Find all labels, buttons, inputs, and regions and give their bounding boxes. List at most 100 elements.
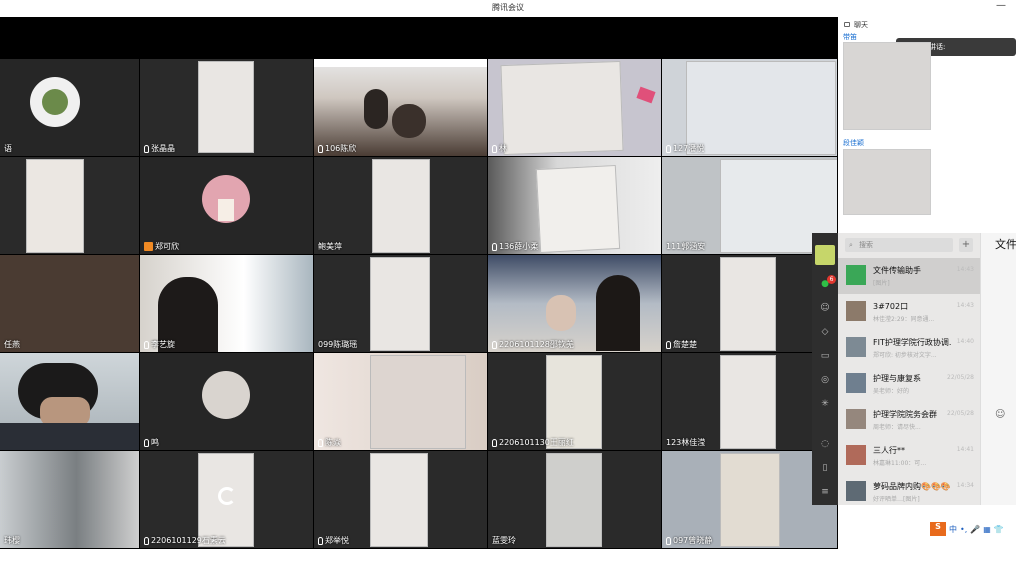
chat-list-item[interactable]: 护理学院院务会群 周老师：请尽快... 22/05/28 bbox=[838, 402, 980, 438]
chat-icon bbox=[844, 22, 850, 27]
ime-lang[interactable]: 中 bbox=[949, 524, 957, 535]
participant-name: 张晶晶 bbox=[144, 143, 175, 154]
participant-name: 136薛小柔 bbox=[492, 241, 538, 252]
video-tile[interactable]: 2206101128邵钦羌 bbox=[488, 255, 662, 353]
folder-icon bbox=[846, 265, 866, 285]
user-avatar[interactable] bbox=[815, 245, 835, 265]
participant-name: 鸣 bbox=[144, 437, 159, 448]
video-tile[interactable]: 任燕 bbox=[0, 255, 140, 353]
drawing-paper bbox=[500, 60, 624, 156]
video-tile[interactable] bbox=[0, 353, 140, 451]
mini-program-icon[interactable]: ✳ bbox=[820, 399, 830, 409]
drawing-paper bbox=[370, 453, 428, 547]
participant-name: 127潘悦 bbox=[666, 143, 704, 154]
skin-icon[interactable]: 👕 bbox=[994, 525, 1004, 534]
chat-list-item[interactable]: 护理与康复系 吴老师：好的 22/05/28 bbox=[838, 366, 980, 402]
mic-icon bbox=[666, 536, 671, 545]
video-tile[interactable]: 099陈璐瑶 bbox=[314, 255, 488, 353]
video-tile[interactable]: 2206101130王丽红 bbox=[488, 353, 662, 451]
mic-icon bbox=[144, 536, 149, 545]
punctuation-icon[interactable]: •, bbox=[960, 525, 967, 534]
emoji-icon[interactable]: ☺ bbox=[995, 409, 1005, 420]
mic-icon bbox=[666, 340, 671, 349]
video-tile[interactable] bbox=[0, 157, 140, 255]
camera-feed bbox=[0, 451, 139, 548]
channels-icon[interactable]: ◌ bbox=[820, 439, 830, 449]
mic-icon bbox=[666, 144, 671, 153]
keyboard-icon[interactable]: ▦ bbox=[983, 525, 991, 534]
drawing-paper bbox=[546, 355, 602, 449]
video-tile[interactable]: 语 bbox=[0, 59, 140, 157]
chat-header[interactable]: 聊天 bbox=[838, 17, 936, 32]
video-tile[interactable]: 张晶晶 bbox=[140, 59, 314, 157]
loading-spinner-icon bbox=[218, 487, 236, 505]
wechat-chat-window: 文件传 ☺ bbox=[980, 233, 1016, 505]
mic-icon bbox=[318, 438, 323, 447]
video-tile[interactable]: 陈焱 bbox=[314, 353, 488, 451]
drawing-paper bbox=[198, 61, 254, 153]
drawing-paper bbox=[720, 355, 776, 449]
participant-name: 语 bbox=[4, 144, 12, 153]
thumb-name: 段佳颖 bbox=[843, 139, 864, 147]
chat-list-item[interactable]: 三人行** 林嘉琳11:00：可… 14:41 bbox=[838, 438, 980, 474]
video-tile[interactable]: 李艺旋 bbox=[140, 255, 314, 353]
mic-icon bbox=[492, 438, 497, 447]
video-thumbnail[interactable] bbox=[843, 149, 931, 215]
mic-icon bbox=[144, 144, 149, 153]
moments-icon[interactable]: ◎ bbox=[820, 375, 830, 385]
thumb-name: 带笛 bbox=[843, 33, 857, 41]
camera-feed bbox=[0, 255, 139, 352]
group-avatar bbox=[846, 337, 866, 357]
participant-name: 鲍美萍 bbox=[318, 242, 342, 251]
video-tile[interactable]: 136薛小柔 bbox=[488, 157, 662, 255]
menu-icon[interactable]: ≡ bbox=[820, 487, 830, 497]
video-thumbnail[interactable] bbox=[843, 42, 931, 130]
group-avatar bbox=[846, 445, 866, 465]
video-tile[interactable]: 郑可欣 bbox=[140, 157, 314, 255]
mic-icon bbox=[318, 144, 323, 153]
sogou-logo-icon[interactable]: S bbox=[930, 522, 946, 536]
drawing-paper bbox=[720, 453, 780, 547]
mic-icon bbox=[492, 144, 497, 153]
minimize-button[interactable]: — bbox=[996, 0, 1006, 11]
search-input[interactable]: 搜索 bbox=[845, 238, 953, 252]
video-tile[interactable]: 127潘悦 bbox=[662, 59, 838, 157]
favorites-icon[interactable]: ◇ bbox=[820, 327, 830, 337]
drawing-paper bbox=[546, 453, 602, 547]
drawing-paper bbox=[686, 61, 836, 155]
add-chat-button[interactable]: + bbox=[959, 238, 973, 252]
participant-name: 111郭涵安 bbox=[666, 242, 706, 251]
phone-icon[interactable]: ▯ bbox=[820, 463, 830, 473]
video-tile[interactable]: 鸣 bbox=[140, 353, 314, 451]
video-tile[interactable]: 玮樱 bbox=[0, 451, 140, 549]
chat-list-item[interactable]: 3#702口 林佳滢2:29：同意通... 14:43 bbox=[838, 294, 980, 330]
participant-name: 2206101130王丽红 bbox=[492, 437, 574, 448]
video-tile[interactable]: 蓝雯玲 bbox=[488, 451, 662, 549]
chat-list-item[interactable]: 萝码品牌内购🎨🎨🎨 好评晒单…[图片] 14:34 bbox=[838, 474, 980, 505]
chat-list-item[interactable]: FIT护理学院行政协调... 郑可欣: 初步核对文字... 14:40 bbox=[838, 330, 980, 366]
participant-name: 林 bbox=[492, 143, 507, 154]
participant-avatar bbox=[30, 77, 80, 127]
participant-avatar bbox=[202, 371, 250, 419]
participant-name: 2206101129石素云 bbox=[144, 535, 226, 546]
participant-name: 蓝雯玲 bbox=[492, 536, 516, 545]
video-tile[interactable]: 鲍美萍 bbox=[314, 157, 488, 255]
participant-name: 106陈欣 bbox=[318, 143, 356, 154]
folder-icon[interactable]: ▭ bbox=[820, 351, 830, 361]
drawing-paper bbox=[372, 159, 430, 253]
video-tile[interactable]: 2206101129石素云 bbox=[140, 451, 314, 549]
video-tile[interactable]: 郑举悦 bbox=[314, 451, 488, 549]
meeting-bottombar bbox=[0, 549, 838, 572]
chat-list-item[interactable]: 文件传输助手 [图片] 14:43 bbox=[838, 258, 980, 294]
video-tile[interactable]: 林 bbox=[488, 59, 662, 157]
contacts-icon[interactable]: ☺ bbox=[820, 303, 830, 313]
drawing-paper bbox=[720, 257, 776, 351]
mic-icon bbox=[144, 438, 149, 447]
voice-icon[interactable]: 🎤 bbox=[970, 525, 980, 534]
video-tile[interactable]: 106陈欣 bbox=[314, 59, 488, 157]
drawing-paper bbox=[26, 159, 84, 253]
chat-title: 文件传 bbox=[995, 238, 1016, 251]
participant-name: 郑可欣 bbox=[144, 241, 179, 252]
window-titlebar: 腾讯会议 — bbox=[0, 0, 1016, 17]
wechat-sidebar: ● 6 ☺ ◇ ▭ ◎ ✳ ◌ ▯ ≡ bbox=[812, 233, 838, 505]
